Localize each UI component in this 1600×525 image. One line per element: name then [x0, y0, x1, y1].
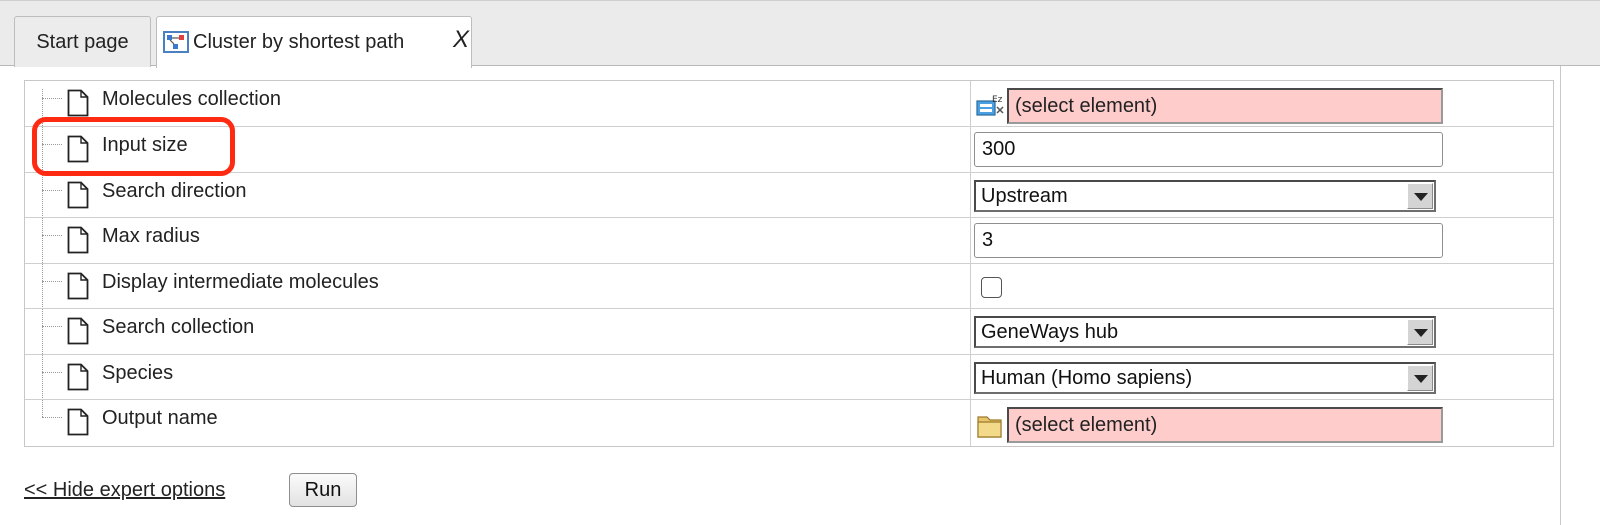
document-icon	[67, 317, 89, 345]
tab-title: Cluster by shortest path	[193, 31, 405, 53]
document-icon	[67, 363, 89, 391]
param-label: Molecules collection	[102, 88, 281, 110]
param-row-input-size: Input size	[25, 126, 1553, 172]
param-label: Search collection	[102, 316, 255, 338]
search-collection-select[interactable]: GeneWays hub	[974, 316, 1436, 348]
analysis-icon	[163, 31, 189, 53]
param-row-search-direction: Search direction Upstream	[25, 172, 1553, 218]
selected-value: Human (Homo sapiens)	[981, 367, 1193, 389]
param-row-output-name: Output name (select element)	[25, 399, 1553, 444]
document-icon	[67, 272, 89, 300]
selected-value: Upstream	[981, 185, 1068, 207]
svg-text:Ez: Ez	[992, 95, 1003, 105]
document-icon	[67, 408, 89, 436]
folder-icon[interactable]	[975, 410, 1005, 440]
tab-start-page[interactable]: Start page	[14, 16, 151, 67]
param-label: Species	[102, 362, 174, 384]
param-row-species: Species Human (Homo sapiens)	[25, 354, 1553, 400]
run-button[interactable]: Run	[289, 473, 357, 507]
data-collection-icon[interactable]: Ez	[975, 91, 1005, 121]
document-icon	[67, 226, 89, 254]
document-icon	[67, 89, 89, 117]
chevron-down-icon[interactable]	[1407, 319, 1433, 345]
tab-bar: Start page Cluster by shortest path X	[0, 0, 1600, 68]
chevron-down-icon[interactable]	[1407, 183, 1433, 209]
chevron-down-icon[interactable]	[1407, 365, 1433, 391]
selected-value: GeneWays hub	[981, 321, 1119, 343]
display-intermediate-molecules-checkbox[interactable]	[981, 277, 1002, 298]
param-row-search-collection: Search collection GeneWays hub	[25, 308, 1553, 354]
output-name-select-element[interactable]: (select element)	[1007, 407, 1443, 443]
document-icon	[67, 181, 89, 209]
molecules-collection-select-element[interactable]: (select element)	[1007, 88, 1443, 124]
param-row-molecules-collection: Molecules collection Ez (select element)	[25, 81, 1553, 126]
search-direction-select[interactable]: Upstream	[974, 180, 1436, 212]
tab-cluster-by-shortest-path[interactable]: Cluster by shortest path X	[156, 16, 472, 68]
hide-expert-options-link[interactable]: << Hide expert options	[24, 479, 225, 502]
input-size-field[interactable]	[974, 132, 1443, 167]
param-label: Search direction	[102, 180, 247, 202]
highlight-annotation	[32, 117, 235, 176]
param-row-max-radius: Max radius	[25, 217, 1553, 263]
species-select[interactable]: Human (Homo sapiens)	[974, 362, 1436, 394]
max-radius-field[interactable]	[974, 223, 1443, 258]
close-tab-button[interactable]: X	[453, 17, 469, 63]
divider	[1560, 66, 1561, 525]
param-label: Max radius	[102, 225, 200, 247]
param-label: Display intermediate molecules	[102, 271, 379, 293]
parameters-table: Molecules collection Ez (select element)…	[24, 80, 1554, 447]
param-label: Output name	[102, 407, 218, 429]
param-row-display-intermediate-molecules: Display intermediate molecules	[25, 263, 1553, 309]
